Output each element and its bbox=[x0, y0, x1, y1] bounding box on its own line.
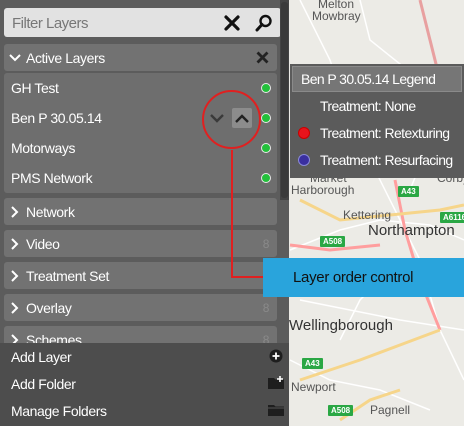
legend-title: Ben P 30.05.14 Legend bbox=[292, 66, 462, 92]
map-town-label: Northampton bbox=[368, 222, 455, 239]
close-icon[interactable] bbox=[221, 12, 243, 34]
map-town-label: Kettering bbox=[343, 208, 392, 222]
layer-status-dot[interactable] bbox=[261, 173, 271, 183]
panel-actions: Add Layer Add Folder Manage Folders bbox=[0, 343, 289, 426]
layer-status-dot[interactable] bbox=[261, 113, 271, 123]
legend-item: Treatment: None bbox=[290, 94, 464, 118]
group-label: Network bbox=[26, 203, 75, 220]
search-icon[interactable] bbox=[253, 12, 275, 34]
layer-name: PMS Network bbox=[11, 170, 93, 186]
group-label: Video bbox=[26, 235, 60, 252]
chevron-right-icon bbox=[4, 237, 26, 250]
add-folder-button[interactable]: Add Folder bbox=[0, 370, 289, 397]
manage-folders-button[interactable]: Manage Folders bbox=[0, 397, 289, 424]
map-town-label: Wellingborough bbox=[289, 317, 393, 334]
map-town-label: Newport bbox=[291, 380, 336, 394]
folder-icon bbox=[268, 403, 284, 417]
layer-status-dot[interactable] bbox=[261, 83, 271, 93]
legend-swatch bbox=[298, 127, 310, 139]
layer-name: Ben P 30.05.14 bbox=[11, 110, 102, 126]
layer-status-dot[interactable] bbox=[261, 143, 271, 153]
group-count: 8 bbox=[262, 300, 270, 315]
legend-item: Treatment: Resurfacing bbox=[290, 148, 464, 172]
road-shield: A43 bbox=[398, 186, 419, 197]
layer-panel-scrollbar[interactable] bbox=[280, 0, 289, 200]
chevron-right-icon bbox=[4, 301, 26, 314]
road-shield: A508 bbox=[328, 405, 354, 416]
group-label: Treatment Set bbox=[26, 267, 109, 284]
group-overlay[interactable]: Overlay 8 bbox=[4, 294, 277, 321]
action-label: Add Layer bbox=[11, 348, 72, 365]
add-folder-icon bbox=[268, 376, 284, 390]
chevron-right-icon bbox=[4, 205, 26, 218]
active-layers-title: Active Layers bbox=[26, 49, 105, 66]
road-shield: A43 bbox=[302, 358, 323, 369]
action-label: Manage Folders bbox=[11, 402, 107, 419]
legend-label: Treatment: None bbox=[320, 98, 416, 114]
layer-name: GH Test bbox=[11, 80, 59, 96]
scrollbar-thumb[interactable] bbox=[281, 2, 288, 198]
add-circle-icon bbox=[268, 349, 284, 363]
group-label: Overlay bbox=[26, 299, 72, 316]
chevron-right-icon bbox=[4, 269, 26, 282]
add-layer-button[interactable]: Add Layer bbox=[0, 343, 289, 370]
group-count: 8 bbox=[262, 236, 270, 251]
group-video[interactable]: Video 8 bbox=[4, 230, 277, 257]
layer-order-callout: Layer order control bbox=[263, 258, 464, 297]
map-town-label: Pagnell bbox=[370, 403, 411, 417]
map-town-label: Mowbray bbox=[312, 9, 361, 23]
filter-bar bbox=[4, 8, 281, 37]
chevron-down-icon bbox=[4, 53, 26, 62]
legend-item: Treatment: Retexturing bbox=[290, 121, 464, 145]
map-town-label: Harborough bbox=[291, 183, 355, 197]
legend-swatch bbox=[298, 154, 310, 166]
filter-input[interactable] bbox=[12, 13, 212, 33]
layer-row-pms-network[interactable]: PMS Network bbox=[4, 163, 277, 193]
road-shield: A508 bbox=[320, 236, 346, 247]
layer-panel: Active Layers GH Test Ben P 30.05.14 Mot… bbox=[0, 0, 289, 426]
group-network[interactable]: Network bbox=[4, 198, 277, 225]
legend-label: Treatment: Resurfacing bbox=[320, 152, 453, 168]
action-label: Add Folder bbox=[11, 375, 76, 392]
highlight-ring bbox=[202, 90, 261, 149]
legend-label: Treatment: Retexturing bbox=[320, 125, 450, 141]
active-layers-header[interactable]: Active Layers bbox=[4, 44, 277, 71]
road-shield: A6116 bbox=[440, 212, 464, 223]
group-treatment-set[interactable]: Treatment Set 8 bbox=[4, 262, 277, 289]
layer-name: Motorways bbox=[11, 140, 76, 156]
close-icon[interactable] bbox=[247, 51, 277, 64]
legend-panel: Ben P 30.05.14 Legend Treatment: None Tr… bbox=[290, 64, 464, 178]
